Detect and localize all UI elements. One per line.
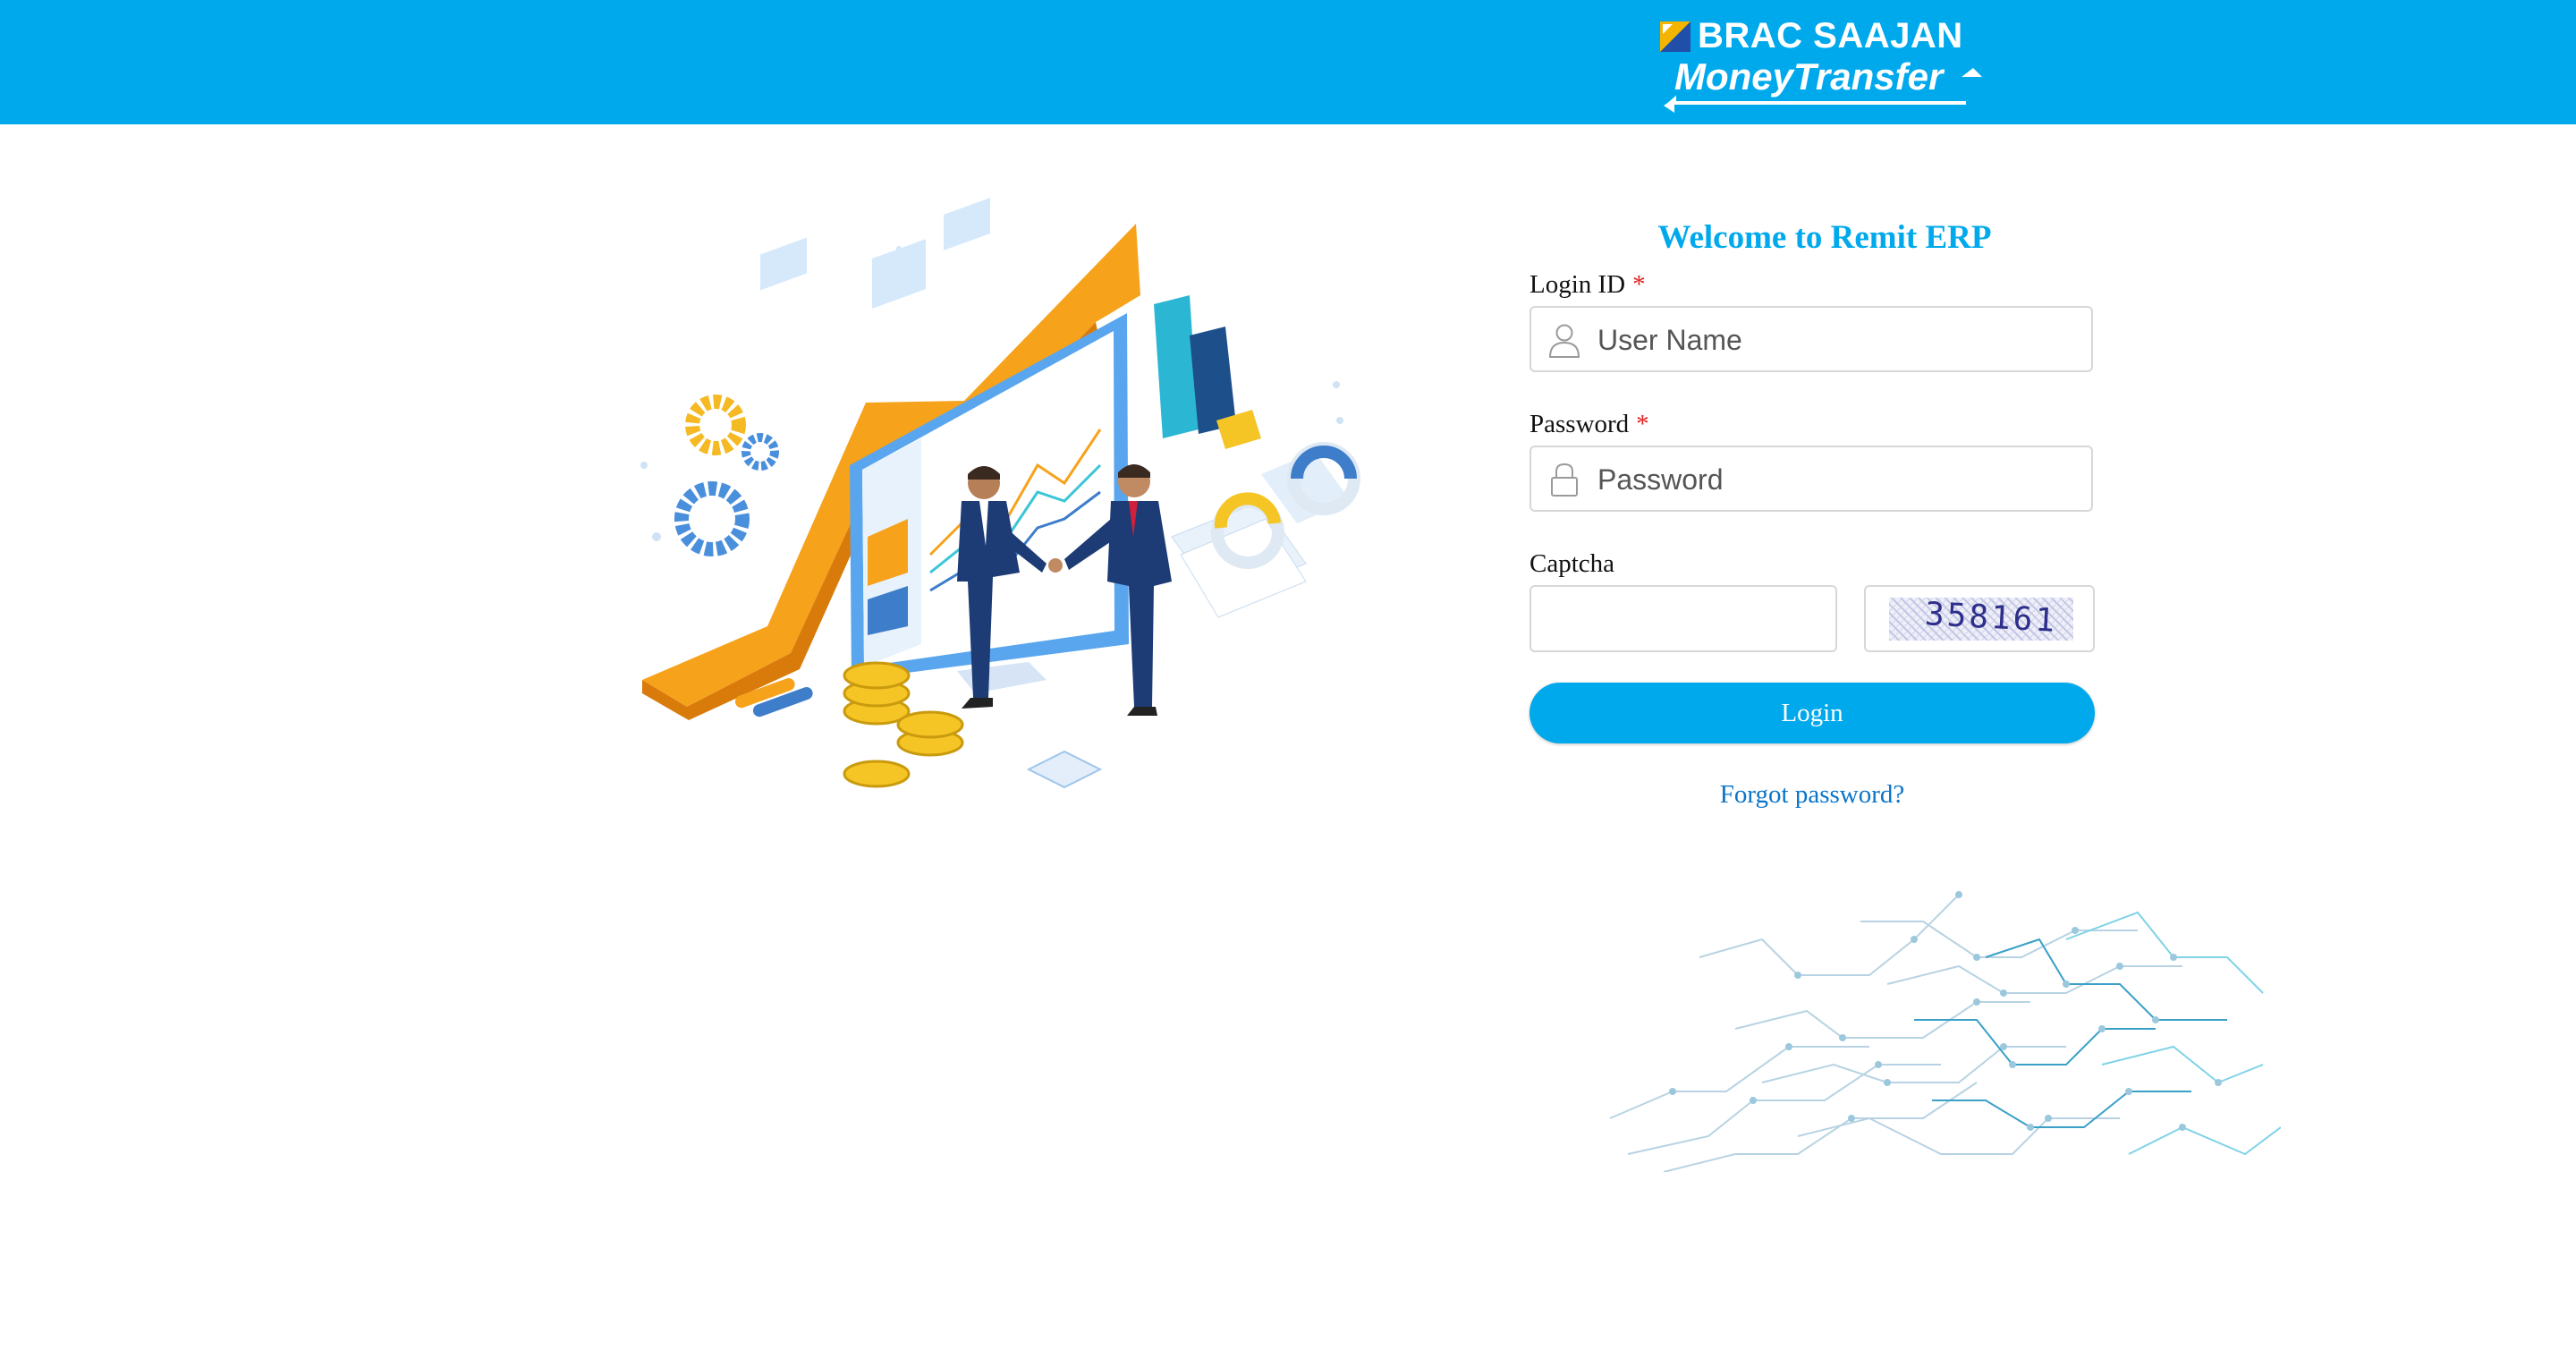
captcha-image-box[interactable]: 358161: [1864, 585, 2095, 652]
logo-brand-text: BRAC SAAJAN: [1698, 16, 1963, 55]
forgot-password-link[interactable]: Forgot password?: [1530, 780, 2095, 810]
circuit-lines-decoration: [1609, 891, 2281, 1172]
login-button[interactable]: Login: [1530, 683, 2095, 743]
flag-icon: [1660, 21, 1690, 52]
captcha-code: 358161: [1924, 596, 2059, 640]
password-label: Password *: [1530, 410, 1649, 438]
top-header-bar: BRAC SAAJAN MoneyTransfer: [0, 0, 2576, 124]
logo-arrow-icon: [1664, 68, 1982, 113]
required-mark: *: [1632, 270, 1646, 299]
business-growth-illustration: [640, 197, 1360, 789]
password-input[interactable]: [1596, 456, 2082, 503]
user-icon: [1548, 324, 1580, 358]
login-id-label: Login ID *: [1530, 270, 1646, 299]
brac-saajan-logo[interactable]: BRAC SAAJAN MoneyTransfer: [1655, 16, 1986, 113]
username-field[interactable]: [1530, 306, 2093, 372]
captcha-field[interactable]: [1530, 585, 1837, 652]
lock-icon: [1551, 463, 1578, 497]
welcome-title: Welcome to Remit ERP: [1657, 219, 1992, 256]
required-mark: *: [1636, 410, 1649, 438]
captcha-input[interactable]: [1542, 596, 1823, 642]
captcha-image: 358161: [1889, 596, 2073, 641]
password-field[interactable]: [1530, 446, 2093, 512]
captcha-label: Captcha: [1530, 549, 1615, 578]
username-input[interactable]: [1596, 317, 2082, 363]
